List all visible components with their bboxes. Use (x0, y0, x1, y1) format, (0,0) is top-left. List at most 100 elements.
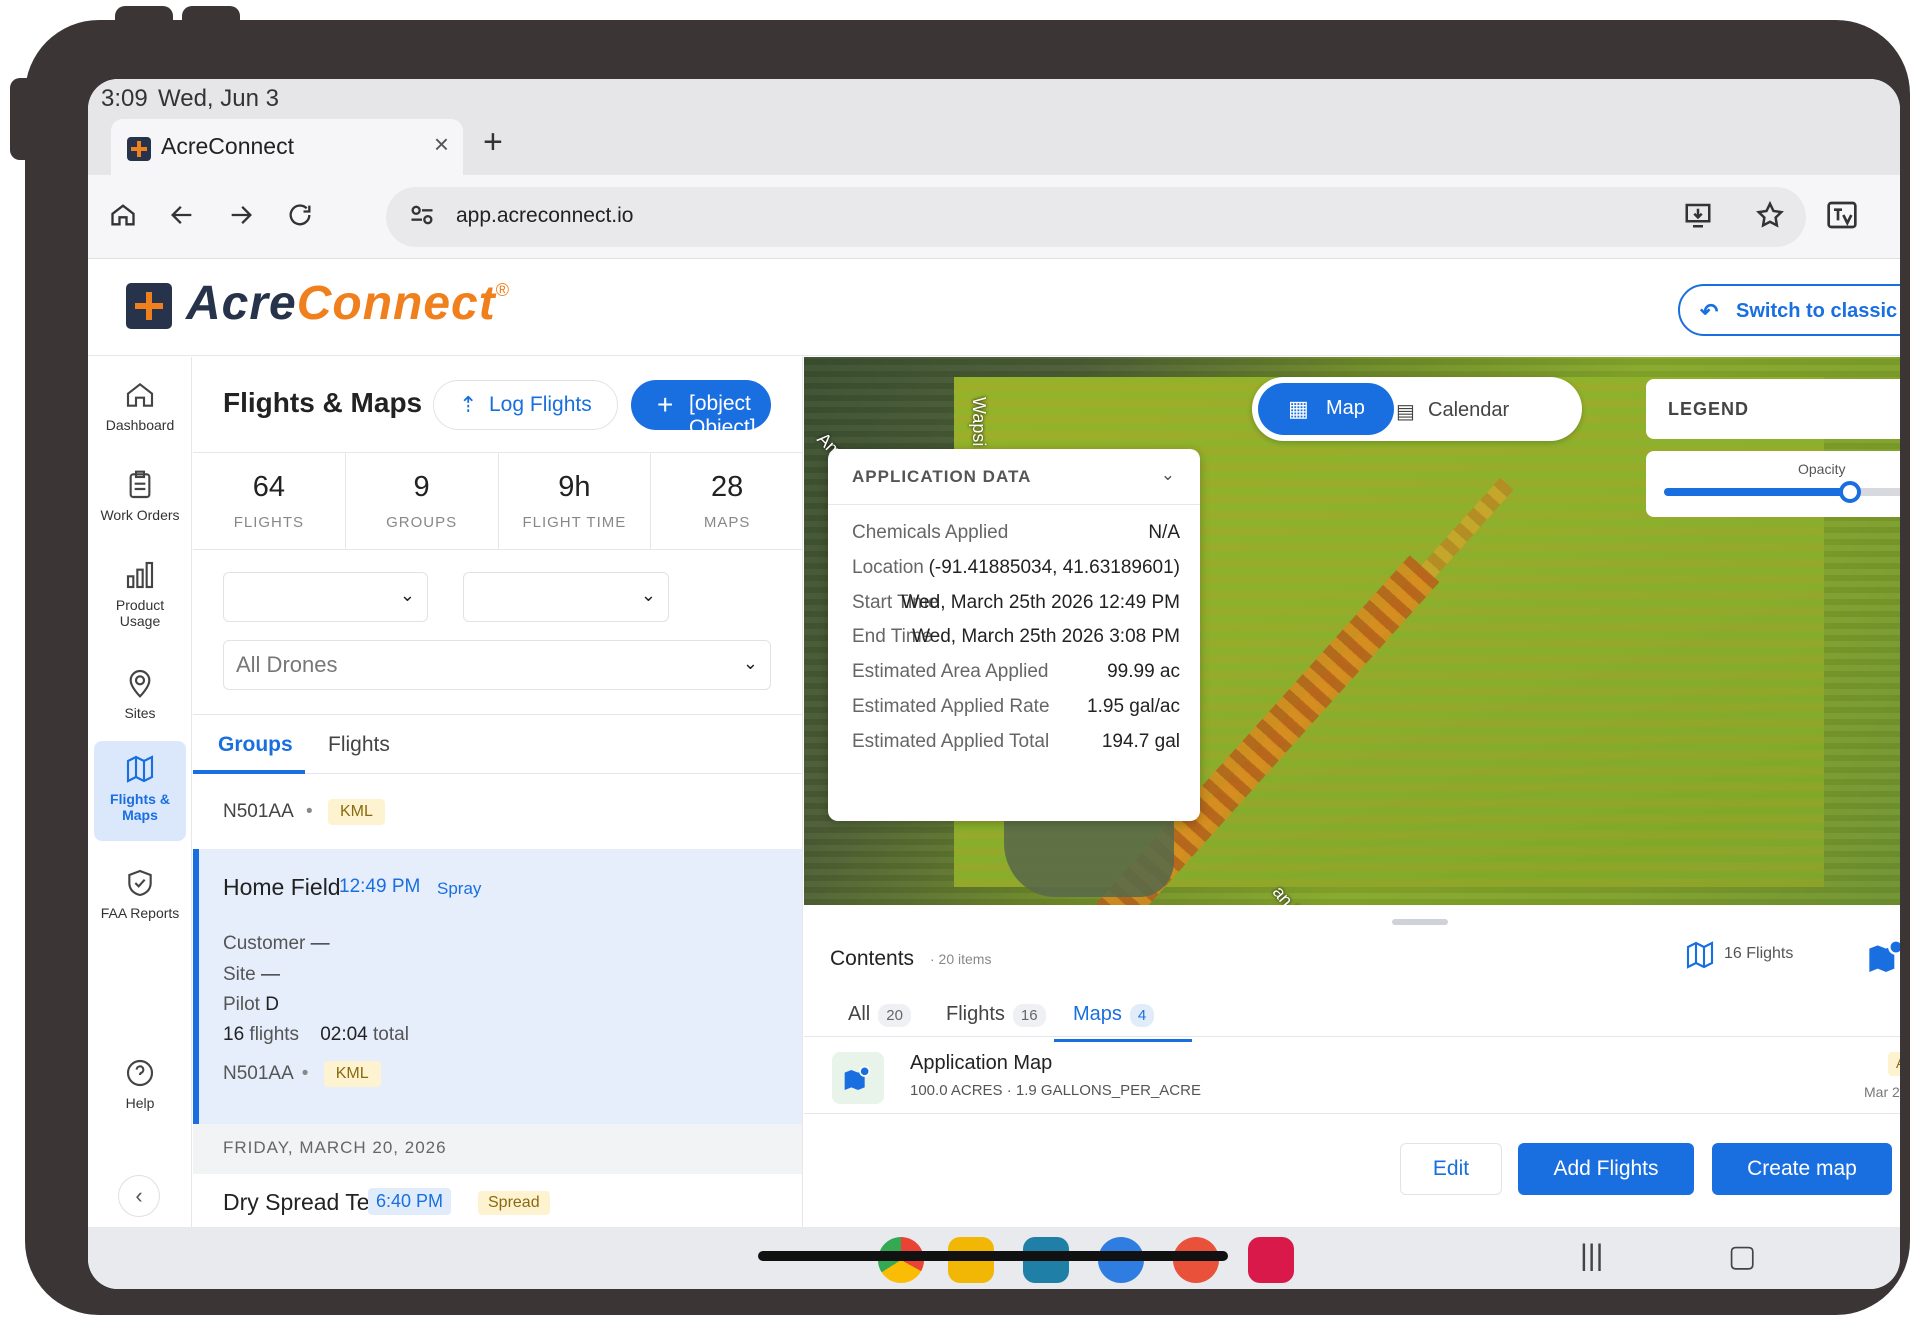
group-card-selected[interactable]: Home Field 12:49 PM Spray Customer — Sit… (193, 849, 802, 1124)
contents-panel: Contents · 20 items 16 Flights All 20 Fli… (804, 905, 1900, 1227)
opacity-control: Opacity (1646, 451, 1900, 517)
group-header-row[interactable]: N501AA • KML (223, 799, 385, 825)
active-tab-indicator (193, 770, 305, 774)
recents-icon[interactable]: ||| (1580, 1239, 1603, 1273)
address-bar[interactable]: app.acreconnect.io (386, 187, 1806, 247)
calendar-view-button[interactable]: ▤ Calendar (1396, 399, 1509, 423)
application-data-header[interactable]: APPLICATION DATA ⌄ (828, 449, 1200, 505)
tab-flights[interactable]: Flights (328, 733, 390, 757)
view-toggle: ▦ Map ▤ Calendar (1252, 377, 1582, 441)
data-row: Estimated Area Applied 99.99 ac (852, 661, 1180, 682)
reload-icon[interactable] (280, 195, 320, 235)
switch-to-classic-button[interactable]: ↶ Switch to classic (1678, 284, 1900, 336)
home-icon (126, 382, 154, 407)
customer-line: Customer — (223, 933, 330, 954)
group-title[interactable]: Dry Spread Test (223, 1189, 387, 1216)
map-item-badge: A (1888, 1052, 1900, 1076)
map-pin-overlay-icon[interactable] (1866, 937, 1900, 977)
shield-check-icon (128, 869, 152, 897)
stat-flight-time: 9h FLIGHT TIME (499, 453, 652, 549)
date-from-select[interactable]: ⌄ (223, 572, 428, 622)
drones-select[interactable]: All Drones ⌄ (223, 640, 771, 690)
status-time: 3:09 (101, 85, 148, 112)
log-flights-button[interactable]: ⇡ Log Flights (433, 380, 618, 430)
browser-toolbar: app.acreconnect.io (88, 175, 1900, 259)
list-item[interactable]: Application Map 100.0 ACRES · 1.9 GALLON… (804, 1038, 1900, 1114)
home-icon[interactable] (103, 195, 143, 235)
opacity-label: Opacity (1798, 461, 1846, 477)
bookmark-star-icon[interactable] (1750, 195, 1790, 235)
map-view[interactable]: Wapsi A Am an Legio ▦ Map ▤ Calendar LEG… (804, 357, 1900, 905)
map-item-subtitle: 100.0 ACRES · 1.9 GALLONS_PER_ACRE (910, 1082, 1201, 1099)
application-data-card: APPLICATION DATA ⌄ Chemicals Applied N/A … (828, 449, 1200, 821)
data-row: Location (-91.41885034, 41.63189601) (852, 557, 1180, 578)
sidebar-item-product-usage[interactable]: Product Usage (94, 559, 186, 629)
translate-icon[interactable] (1822, 195, 1862, 235)
site-settings-icon[interactable] (408, 201, 436, 229)
group-button[interactable]: + [object Object] (631, 380, 771, 439)
sidebar-item-help[interactable]: Help (94, 1057, 186, 1111)
home-square-icon[interactable]: ▢ (1728, 1239, 1756, 1274)
sidebar-item-faa-reports[interactable]: FAA Reports (94, 867, 186, 921)
data-row: Estimated Applied Total 194.7 gal (852, 731, 1180, 752)
opacity-slider-handle[interactable] (1839, 481, 1861, 503)
help-circle-icon (126, 1059, 154, 1087)
sidebar-label: Work Orders (100, 507, 180, 523)
add-flights-button[interactable]: Add Flights (1518, 1143, 1694, 1195)
panel-tabs: Groups Flights (193, 714, 802, 774)
map-view-button[interactable]: ▦ Map (1258, 383, 1394, 435)
undo-arrow-icon: ↶ (1700, 299, 1719, 324)
sidebar-item-dashboard[interactable]: Dashboard (94, 379, 186, 433)
forward-arrow-icon[interactable] (221, 195, 261, 235)
map-item-date: Mar 25, 12:4 (1864, 1084, 1900, 1100)
browser-tab[interactable]: AcreConnect × (111, 119, 463, 175)
sidebar-label: Flights & Maps (110, 791, 170, 823)
data-row: Start Time Wed, March 25th 2026 12:49 PM (852, 592, 1180, 613)
stat-groups: 9 GROUPS (346, 453, 499, 549)
url-text: app.acreconnect.io (456, 204, 634, 227)
edit-button[interactable]: Edit (1400, 1143, 1502, 1195)
kml-badge[interactable]: KML (323, 1061, 381, 1087)
create-map-button[interactable]: Create map (1712, 1143, 1892, 1195)
back-arrow-icon[interactable] (162, 195, 202, 235)
app-logo-text: AcreConnect® (186, 277, 510, 330)
tab-maps[interactable]: Maps 4 (1073, 1003, 1155, 1027)
status-date: Wed, Jun 3 (158, 85, 279, 112)
kml-badge[interactable]: KML (327, 799, 385, 825)
contents-count: · 20 items (930, 951, 992, 967)
tab-flights[interactable]: Flights 16 (946, 1003, 1046, 1027)
drag-handle[interactable] (1392, 919, 1448, 925)
date-to-select[interactable]: ⌄ (463, 572, 669, 622)
install-app-icon[interactable] (1678, 195, 1718, 235)
data-row: Chemicals Applied N/A (852, 522, 1180, 543)
map-view-label: Map (1326, 397, 1365, 419)
collapse-sidebar-button[interactable]: ‹ (118, 1175, 160, 1217)
application-map-icon (832, 1052, 884, 1104)
tablet-frame: 3:09 Wed, Jun 3 AcreConnect × + app.acre… (25, 20, 1910, 1315)
sidebar-item-flights-maps[interactable]: Flights & Maps (94, 741, 186, 841)
status-bar: 3:09 Wed, Jun 3 (88, 79, 1900, 119)
new-tab-button[interactable]: + (483, 123, 503, 162)
sidebar-label: Sites (124, 705, 156, 721)
upload-icon: ⇡ (459, 392, 478, 417)
data-row: Estimated Applied Rate 1.95 gal/ac (852, 696, 1180, 717)
tab-all[interactable]: All 20 (848, 1003, 911, 1027)
camera-app-icon[interactable] (1248, 1237, 1294, 1283)
tab-close-icon[interactable]: × (434, 129, 449, 160)
legend-panel[interactable]: LEGEND (1646, 379, 1900, 439)
clipboard-icon (129, 470, 151, 499)
chevron-down-icon: ⌄ (742, 653, 758, 673)
tablet-screen: 3:09 Wed, Jun 3 AcreConnect × + app.acre… (88, 79, 1900, 1289)
chevron-down-icon: ⌄ (1160, 465, 1176, 484)
sidebar-item-sites[interactable]: Sites (94, 667, 186, 721)
contents-tabs: All 20 Flights 16 Maps 4 (804, 977, 1900, 1042)
contents-title: Contents (830, 947, 915, 970)
tab-groups[interactable]: Groups (218, 733, 293, 757)
chevron-down-icon: ⌄ (399, 585, 415, 605)
switch-label: Switch to classic (1736, 300, 1898, 322)
calendar-icon: ▤ (1396, 401, 1415, 423)
flights-panel: Flights & Maps ⇡ Log Flights + [object O… (193, 357, 803, 1227)
sidebar-item-work-orders[interactable]: Work Orders (94, 469, 186, 523)
app-header: AcreConnect® ↶ Switch to classic (88, 260, 1900, 356)
group-time: 12:49 PM (339, 876, 421, 897)
